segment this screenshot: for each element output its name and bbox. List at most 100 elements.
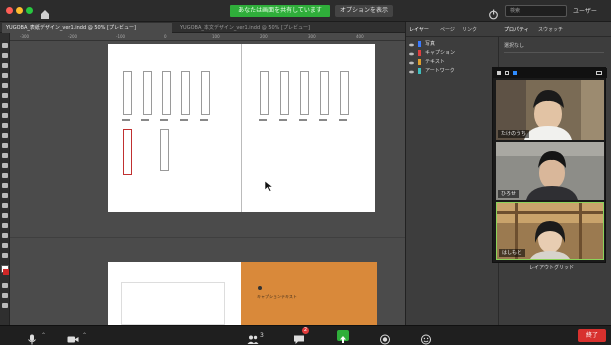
frame-grid-tool-icon[interactable] bbox=[2, 253, 8, 258]
selection-tool-icon[interactable] bbox=[2, 43, 8, 48]
eye-icon[interactable] bbox=[409, 51, 414, 56]
layout-card[interactable] bbox=[181, 71, 190, 115]
note-tool-icon[interactable] bbox=[2, 173, 8, 178]
power-icon[interactable] bbox=[488, 5, 499, 20]
eyedropper-tool-icon[interactable] bbox=[2, 183, 8, 188]
document-tab-active[interactable]: YUGOBA_表紙デザイン_ver1.indd @ 50% [プレビュー] bbox=[2, 23, 172, 33]
eye-icon[interactable] bbox=[409, 60, 414, 65]
rotate-tool-icon[interactable] bbox=[2, 213, 8, 218]
layer-row[interactable]: 写真 bbox=[406, 40, 496, 48]
ruler-tick-label: 200 bbox=[260, 34, 268, 39]
page-tool-icon[interactable] bbox=[2, 63, 8, 68]
participant-video-tile[interactable]: ひろせ bbox=[496, 142, 604, 200]
layout-icon[interactable] bbox=[505, 71, 509, 75]
record-icon[interactable] bbox=[379, 330, 391, 345]
participant-video-tile[interactable]: たけのうち bbox=[496, 80, 604, 140]
layout-card[interactable] bbox=[300, 71, 309, 115]
tools-panel bbox=[0, 33, 10, 325]
tab-swatches[interactable]: スウォッチ bbox=[538, 25, 563, 35]
bullet-icon bbox=[258, 286, 262, 290]
participant-name: たけのうち bbox=[498, 130, 530, 138]
gradient-tool-icon[interactable] bbox=[2, 163, 8, 168]
layout-card[interactable] bbox=[260, 71, 269, 115]
view-mode-icon[interactable] bbox=[2, 293, 8, 298]
layout-card[interactable] bbox=[160, 129, 169, 171]
document-canvas[interactable]: キャプションテキスト bbox=[10, 41, 405, 325]
ruler-tick-label: 300 bbox=[308, 34, 316, 39]
page-left-lower[interactable] bbox=[108, 262, 241, 325]
expand-icon[interactable] bbox=[596, 71, 602, 75]
participant-name: はしもと bbox=[499, 249, 525, 257]
video-camera-icon[interactable] bbox=[67, 330, 79, 343]
pencil-tool-icon[interactable] bbox=[2, 113, 8, 118]
card-caption bbox=[319, 119, 327, 121]
direct-selection-tool-icon[interactable] bbox=[2, 53, 8, 58]
stroke-swatch-icon[interactable] bbox=[3, 269, 9, 275]
ruler-tick-label: 0 bbox=[164, 34, 167, 39]
active-speaker-tile[interactable]: はしもと bbox=[496, 202, 604, 260]
eye-icon[interactable] bbox=[409, 42, 414, 47]
minimize-icon[interactable] bbox=[497, 71, 501, 75]
search-input[interactable]: 検索 bbox=[505, 5, 567, 17]
scale-tool-icon[interactable] bbox=[2, 223, 8, 228]
screen-mode-icon[interactable] bbox=[2, 303, 8, 308]
video-options-chevron-icon[interactable]: ⌃ bbox=[82, 332, 87, 339]
gallery-view-icon[interactable] bbox=[513, 71, 517, 75]
end-meeting-button[interactable]: 終了 bbox=[578, 329, 606, 342]
document-tab[interactable]: YUGOBA_本文デザイン_ver1.indd @ 50% [プレビュー] bbox=[176, 23, 346, 33]
tab-pages[interactable]: ページ bbox=[440, 25, 455, 35]
panel-divider bbox=[406, 36, 611, 37]
card-caption bbox=[200, 119, 208, 121]
eye-icon[interactable] bbox=[409, 69, 414, 74]
tab-properties[interactable]: プロパティ bbox=[504, 25, 529, 35]
layer-name: テキスト bbox=[425, 59, 445, 65]
tab-links[interactable]: リンク bbox=[462, 25, 477, 35]
layout-card[interactable] bbox=[123, 71, 132, 115]
layout-card[interactable] bbox=[320, 71, 329, 115]
apply-color-icon[interactable] bbox=[2, 283, 8, 288]
close-window-button[interactable] bbox=[6, 7, 13, 14]
rectangle-tool-icon[interactable] bbox=[2, 133, 8, 138]
microphone-icon[interactable] bbox=[26, 330, 38, 345]
zoom-window-button[interactable] bbox=[26, 7, 33, 14]
reactions-icon[interactable] bbox=[420, 330, 432, 345]
table-tool-icon[interactable] bbox=[2, 243, 8, 248]
meeting-controls-bar: ⌃ ⌃ 3 2 終了 bbox=[0, 325, 611, 345]
minimize-window-button[interactable] bbox=[16, 7, 23, 14]
page-right-orange[interactable]: キャプションテキスト bbox=[241, 262, 377, 325]
card-caption bbox=[299, 119, 307, 121]
layout-card[interactable] bbox=[340, 71, 349, 115]
zoom-tool-icon[interactable] bbox=[2, 203, 8, 208]
gap-tool-icon[interactable] bbox=[2, 73, 8, 78]
layout-card[interactable] bbox=[201, 71, 210, 115]
video-gallery[interactable]: たけのうち ひろせ はしもと bbox=[492, 67, 607, 263]
hand-tool-icon[interactable] bbox=[2, 193, 8, 198]
layer-row[interactable]: テキスト bbox=[406, 58, 496, 66]
type-tool-icon[interactable] bbox=[2, 83, 8, 88]
home-icon[interactable] bbox=[40, 5, 50, 19]
spine-line bbox=[241, 44, 242, 212]
layer-row[interactable]: キャプション bbox=[406, 49, 496, 57]
free-transform-tool-icon[interactable] bbox=[2, 153, 8, 158]
pen-tool-icon[interactable] bbox=[2, 103, 8, 108]
title-bar: あなたは画面を共有しています オプションを表示 検索 ユーザー bbox=[0, 0, 611, 22]
line-tool-icon[interactable] bbox=[2, 93, 8, 98]
rectangle-frame-tool-icon[interactable] bbox=[2, 123, 8, 128]
screen-share-banner[interactable]: あなたは画面を共有しています bbox=[230, 5, 330, 17]
scissors-tool-icon[interactable] bbox=[2, 143, 8, 148]
layout-card[interactable] bbox=[280, 71, 289, 115]
view-options-button[interactable]: オプションを表示 bbox=[335, 5, 393, 17]
ruler-tick-label: -100 bbox=[116, 34, 126, 39]
frame-placeholder[interactable] bbox=[121, 282, 225, 325]
tab-layers[interactable]: レイヤー bbox=[409, 25, 429, 35]
selected-layout-card[interactable] bbox=[123, 129, 132, 175]
participants-icon[interactable] bbox=[247, 330, 259, 344]
layer-row[interactable]: アートワーク bbox=[406, 67, 496, 75]
layout-card[interactable] bbox=[143, 71, 152, 115]
share-screen-icon[interactable] bbox=[337, 330, 349, 343]
shear-tool-icon[interactable] bbox=[2, 233, 8, 238]
audio-options-chevron-icon[interactable]: ⌃ bbox=[41, 332, 46, 339]
layout-card[interactable] bbox=[162, 71, 171, 115]
account-label[interactable]: ユーザー bbox=[573, 6, 609, 15]
layer-color-chip bbox=[418, 59, 421, 65]
